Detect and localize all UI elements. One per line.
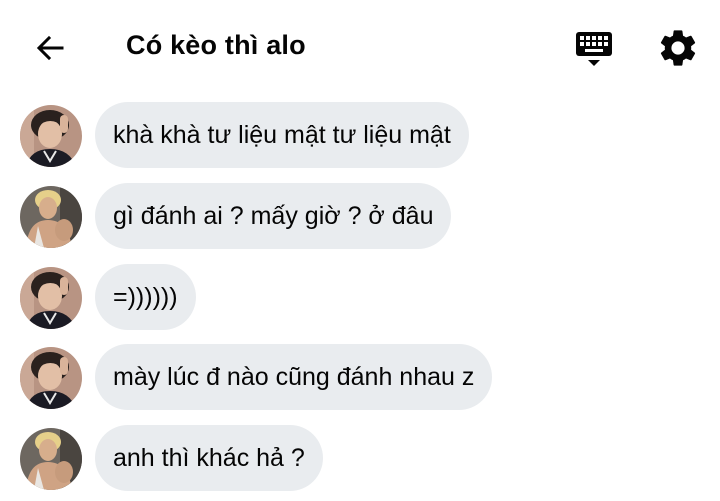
message-row: anh thì khác hả ? bbox=[0, 425, 720, 493]
message-bubble[interactable]: gì đánh ai ? mấy giờ ? ở đâu bbox=[95, 183, 452, 249]
message-bubble[interactable]: khà khà tư liệu mật tư liệu mật bbox=[95, 102, 469, 168]
avatar-b-image bbox=[20, 428, 82, 490]
avatar[interactable] bbox=[20, 186, 82, 248]
avatar-a-image bbox=[20, 267, 82, 329]
chat-title: Có kèo thì alo bbox=[126, 30, 306, 60]
chat-header: Có kèo thì alo bbox=[0, 0, 720, 92]
avatar[interactable] bbox=[20, 347, 82, 409]
avatar-a-image bbox=[20, 105, 82, 167]
avatar-b-image bbox=[20, 186, 82, 248]
avatar[interactable] bbox=[20, 267, 82, 329]
message-row: khà khà tư liệu mật tư liệu mật bbox=[0, 102, 720, 170]
message-bubble[interactable]: mày lúc đ nào cũng đánh nhau z bbox=[95, 344, 493, 410]
arrow-left-icon bbox=[36, 35, 64, 61]
message-row: gì đánh ai ? mấy giờ ? ở đâu bbox=[0, 183, 720, 251]
avatar[interactable] bbox=[20, 105, 82, 167]
settings-button[interactable] bbox=[656, 26, 700, 70]
message-row: mày lúc đ nào cũng đánh nhau z bbox=[0, 344, 720, 412]
message-bubble[interactable]: anh thì khác hả ? bbox=[95, 425, 323, 491]
message-bubble[interactable]: =)))))) bbox=[95, 264, 196, 330]
avatar[interactable] bbox=[20, 428, 82, 490]
gear-icon bbox=[660, 30, 696, 66]
avatar-a-image bbox=[20, 347, 82, 409]
back-button[interactable] bbox=[30, 28, 70, 68]
message-row: =)))))) bbox=[0, 264, 720, 332]
keyboard-button[interactable] bbox=[572, 26, 616, 70]
keyboard-icon bbox=[576, 32, 612, 66]
